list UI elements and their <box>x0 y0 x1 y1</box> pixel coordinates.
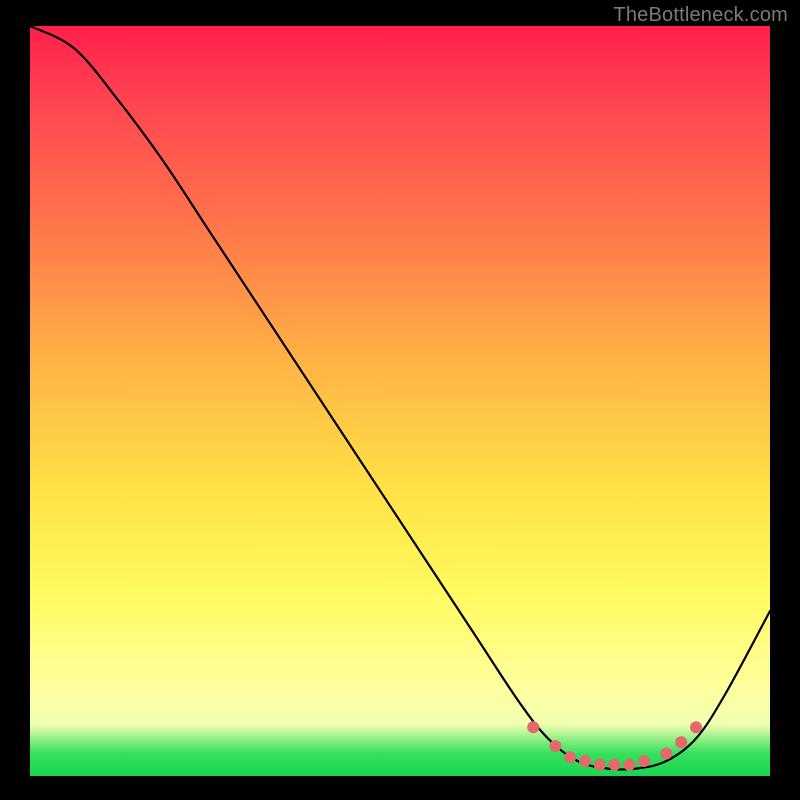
chart-plot-area <box>30 26 770 776</box>
bottleneck-curve <box>30 26 770 769</box>
optimal-marker <box>609 759 621 771</box>
optimal-marker <box>675 736 687 748</box>
watermark-text: TheBottleneck.com <box>613 4 788 27</box>
optimal-marker <box>690 721 702 733</box>
optimal-marker <box>579 755 591 767</box>
chart-frame: TheBottleneck.com <box>0 0 800 800</box>
chart-svg <box>30 26 770 776</box>
optimal-marker <box>638 755 650 767</box>
optimal-marker <box>564 751 576 763</box>
optimal-marker <box>623 759 635 771</box>
optimal-marker <box>527 721 539 733</box>
optimal-marker <box>594 759 606 771</box>
optimal-marker <box>660 748 672 760</box>
optimal-marker <box>549 740 561 752</box>
optimal-zone-markers <box>527 721 702 771</box>
